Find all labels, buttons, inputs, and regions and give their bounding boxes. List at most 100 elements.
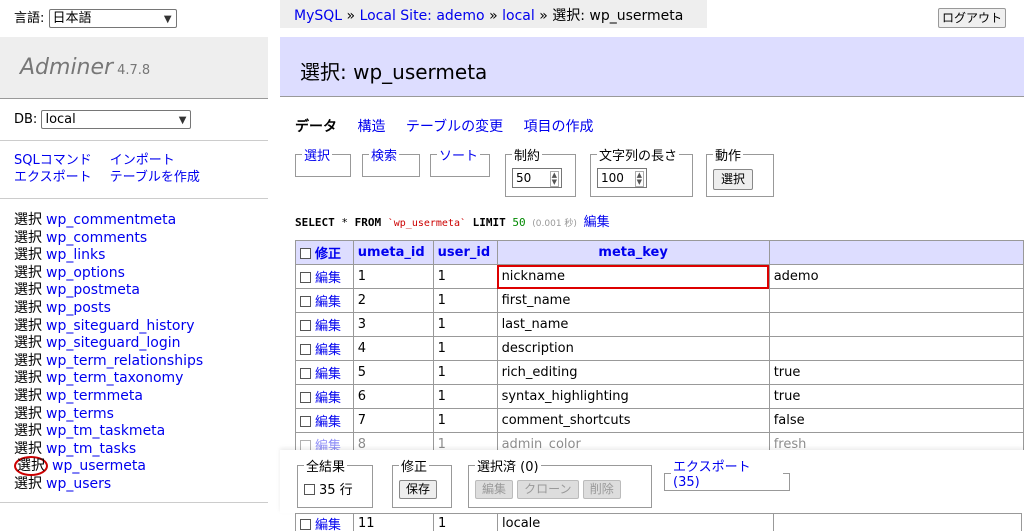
table-link[interactable]: wp_siteguard_login — [46, 335, 180, 351]
row-checkbox[interactable] — [300, 392, 311, 403]
row-checkbox[interactable] — [300, 320, 311, 331]
edit-query-link[interactable]: 編集 — [584, 215, 610, 230]
row-edit-link[interactable]: 編集 — [315, 319, 341, 334]
select-link[interactable]: 選択 — [14, 282, 42, 298]
save-button[interactable]: 保存 — [399, 480, 438, 499]
row-edit-link[interactable]: 編集 — [315, 367, 341, 382]
table-link[interactable]: wp_term_relationships — [46, 353, 203, 369]
table-row: 編集 6 1 syntax_highlighting true — [295, 384, 1024, 409]
select-link[interactable]: 選択 — [14, 441, 42, 457]
row-checkbox[interactable] — [300, 296, 311, 307]
select-link[interactable]: 選択 — [14, 247, 42, 263]
select-link[interactable]: 選択 — [14, 212, 42, 228]
action-select-button[interactable]: 選択 — [713, 169, 754, 190]
text-length-input[interactable]: 100 ▲ ▼ — [597, 168, 647, 188]
row-edit-link[interactable]: 編集 — [315, 415, 341, 430]
header-umeta-id[interactable]: umeta_id — [352, 240, 434, 265]
header-meta-value[interactable] — [768, 240, 1024, 265]
tab-structure[interactable]: 構造 — [357, 119, 385, 135]
row-edit-link[interactable]: 編集 — [315, 343, 341, 358]
tab-data[interactable]: データ — [295, 119, 337, 135]
spinner-icon[interactable]: ▲ ▼ — [634, 171, 644, 187]
table-link[interactable]: wp_tm_tasks — [46, 441, 136, 457]
row-checkbox[interactable] — [300, 416, 311, 427]
create-table-link[interactable]: テーブルを作成 — [110, 170, 200, 185]
table-list-item: 選択 wp_commentmeta — [14, 212, 203, 230]
select-all-checkbox[interactable] — [300, 248, 311, 259]
select-link[interactable]: 選択 — [14, 370, 42, 386]
table-link[interactable]: wp_usermeta — [52, 458, 146, 474]
app-logo[interactable]: Adminer 4.7.8 — [20, 55, 150, 80]
db-select[interactable]: local ▼ — [41, 110, 192, 129]
limit-input[interactable]: 50 ▲ ▼ — [512, 168, 562, 188]
cell-meta-value: true — [768, 384, 1024, 409]
select-link[interactable]: 選択 — [14, 423, 42, 439]
header-meta-key[interactable]: meta_key — [496, 240, 770, 265]
select-link[interactable]: 選択 — [14, 318, 42, 334]
table-row-partial: 編集 11 1 locale — [295, 513, 1022, 531]
import-link[interactable]: インポート — [110, 153, 175, 168]
tab-new-item[interactable]: 項目の作成 — [524, 119, 594, 135]
cell-user-id: 1 — [432, 288, 498, 313]
table-link[interactable]: wp_options — [46, 265, 125, 281]
row-edit-link[interactable]: 編集 — [315, 518, 341, 531]
logo-band: Adminer 4.7.8 — [0, 37, 268, 99]
header-user-id[interactable]: user_id — [432, 240, 498, 265]
language-select[interactable]: 日本語 ▼ — [48, 9, 177, 28]
select-link[interactable]: 選択 — [14, 300, 42, 316]
all-results-checkbox[interactable] — [304, 484, 315, 495]
delete-button[interactable]: 削除 — [582, 480, 621, 499]
row-edit-link[interactable]: 編集 — [315, 391, 341, 406]
row-checkbox[interactable] — [300, 344, 311, 355]
select-legend[interactable]: 選択 — [302, 145, 332, 164]
breadcrumb-db[interactable]: local — [502, 8, 535, 24]
export-fieldset[interactable]: エクスポート (35) — [664, 456, 790, 491]
sort-fieldset[interactable]: ソート — [430, 145, 490, 177]
logout-button[interactable]: ログアウト — [938, 8, 1006, 28]
breadcrumb-site[interactable]: Local Site: ademo — [360, 8, 485, 24]
spinner-icon[interactable]: ▲ ▼ — [549, 171, 559, 187]
table-link[interactable]: wp_commentmeta — [46, 212, 176, 228]
export-link[interactable]: エクスポート — [14, 170, 92, 185]
search-fieldset[interactable]: 検索 — [362, 145, 420, 177]
table-link[interactable]: wp_terms — [46, 406, 114, 422]
clone-button[interactable]: クローン — [517, 480, 579, 499]
table-list-item-active: 選択 wp_usermeta — [14, 456, 203, 477]
row-edit-link[interactable]: 編集 — [315, 295, 341, 310]
sql-command-link[interactable]: SQLコマンド — [14, 153, 92, 168]
table-link[interactable]: wp_comments — [46, 230, 147, 246]
export-legend[interactable]: エクスポート (35) — [671, 456, 783, 490]
select-link[interactable]: 選択 — [14, 388, 42, 404]
cell-meta-key: comment_shortcuts — [496, 408, 770, 433]
edit-selected-button[interactable]: 編集 — [475, 480, 514, 499]
breadcrumb-mysql[interactable]: MySQL — [294, 8, 342, 24]
table-link[interactable]: wp_term_taxonomy — [46, 370, 183, 386]
header-modify[interactable]: 修正 — [295, 240, 354, 265]
select-link[interactable]: 選択 — [14, 230, 42, 246]
row-checkbox[interactable] — [300, 272, 311, 283]
select-link-current[interactable]: 選択 — [14, 456, 48, 477]
table-link[interactable]: wp_posts — [46, 300, 111, 316]
search-legend[interactable]: 検索 — [369, 145, 399, 164]
row-edit-link[interactable]: 編集 — [315, 271, 341, 286]
table-link[interactable]: wp_links — [46, 247, 105, 263]
table-link[interactable]: wp_tm_taskmeta — [46, 423, 165, 439]
table-link[interactable]: wp_termmeta — [46, 388, 143, 404]
table-link[interactable]: wp_users — [46, 476, 111, 492]
select-link[interactable]: 選択 — [14, 353, 42, 369]
row-checkbox[interactable] — [300, 519, 311, 530]
table-link[interactable]: wp_postmeta — [46, 282, 140, 298]
sql-keyword: LIMIT — [472, 216, 506, 229]
select-fieldset[interactable]: 選択 — [295, 145, 351, 177]
row-checkbox[interactable] — [300, 368, 311, 379]
select-link[interactable]: 選択 — [14, 476, 42, 492]
tab-alter-table[interactable]: テーブルの変更 — [406, 119, 503, 135]
select-link[interactable]: 選択 — [14, 406, 42, 422]
table-list-item: 選択 wp_termmeta — [14, 388, 203, 406]
select-link[interactable]: 選択 — [14, 335, 42, 351]
sql-query-line: SELECT * FROM `wp_usermeta` LIMIT 50 (0.… — [295, 211, 610, 230]
cell-meta-key-highlighted[interactable]: nickname — [496, 264, 770, 289]
select-link[interactable]: 選択 — [14, 265, 42, 281]
table-link[interactable]: wp_siteguard_history — [46, 318, 195, 334]
sort-legend[interactable]: ソート — [437, 145, 480, 164]
